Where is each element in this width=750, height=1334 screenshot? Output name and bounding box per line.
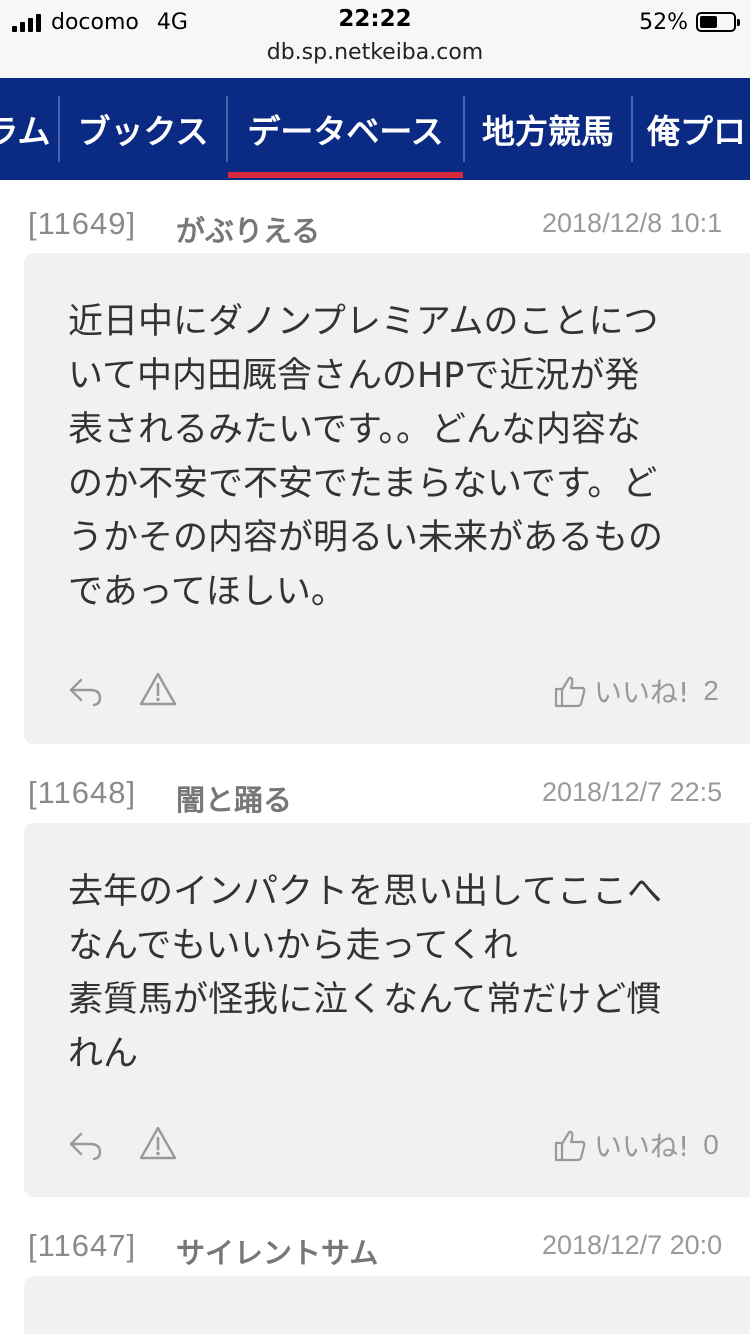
battery-icon [696, 12, 740, 32]
nav-item-ore-pro[interactable]: 俺プロ [633, 78, 750, 180]
post-author[interactable]: サイレントサム [176, 1230, 378, 1272]
thumbs-up-icon [554, 676, 586, 708]
status-bar: docomo 4G 22:22 db.sp.netkeiba.com 52% [0, 0, 750, 78]
battery-fill [700, 16, 717, 28]
reply-icon[interactable] [66, 1125, 106, 1165]
nav-item-books[interactable]: ブックス [60, 78, 226, 180]
like-button[interactable]: いいね! 0 [552, 1125, 719, 1165]
report-icon[interactable] [138, 1123, 178, 1163]
battery-percent: 52% [639, 9, 688, 35]
post-date: 2018/12/8 10:1 [542, 208, 723, 238]
post-author[interactable]: 闇と踊る [176, 777, 292, 819]
nav-item-column[interactable]: ラム [0, 78, 56, 180]
post-number: [11649] [28, 206, 137, 241]
post-header: [11647] サイレントサム 2018/12/7 20:0 [28, 1226, 750, 1270]
clock: 22:22 [338, 6, 412, 32]
post-author[interactable]: がぶりえる [176, 208, 320, 250]
thumbs-up-icon [554, 1130, 586, 1162]
like-count: 0 [703, 1129, 719, 1160]
post-header: [11649] がぶりえる 2018/12/8 10:1 [28, 204, 750, 248]
like-label: いいね! [594, 1130, 690, 1163]
like-count: 2 [703, 675, 719, 706]
post-body: 近日中にダノンプレミアムのことにつ いて中内田厩舎さんのHPで近況が発 表される… [68, 302, 664, 612]
post-card: 去年のインパクトを思い出してここへ なんでもいいから走ってくれ 素質馬が怪我に泣… [24, 823, 750, 1197]
post-date: 2018/12/7 20:0 [542, 1230, 723, 1260]
post-card [24, 1276, 750, 1334]
category-nav: ラム ブックス データベース 地方競馬 俺プロ [0, 78, 750, 180]
post-date: 2018/12/7 22:5 [542, 777, 723, 807]
post-header: [11648] 闇と踊る 2018/12/7 22:5 [28, 773, 750, 817]
status-right: 52% [639, 8, 740, 36]
post-body: 去年のインパクトを思い出してここへ なんでもいいから走ってくれ 素質馬が怪我に泣… [68, 872, 662, 1074]
post-number: [11648] [28, 775, 137, 810]
post-card: 近日中にダノンプレミアムのことにつ いて中内田厩舎さんのHPで近況が発 表される… [24, 253, 750, 744]
like-label: いいね! [594, 676, 690, 709]
post-actions: いいね! 0 [24, 1121, 750, 1171]
address-bar[interactable]: db.sp.netkeiba.com [0, 40, 750, 65]
report-icon[interactable] [138, 669, 178, 709]
nav-active-indicator [228, 172, 463, 178]
like-button[interactable]: いいね! 2 [552, 671, 719, 711]
reply-icon[interactable] [66, 671, 106, 711]
nav-item-database[interactable]: データベース [228, 78, 463, 180]
post-number: [11647] [28, 1228, 137, 1263]
post-actions: いいね! 2 [24, 667, 750, 717]
nav-item-local-racing[interactable]: 地方競馬 [465, 78, 631, 180]
